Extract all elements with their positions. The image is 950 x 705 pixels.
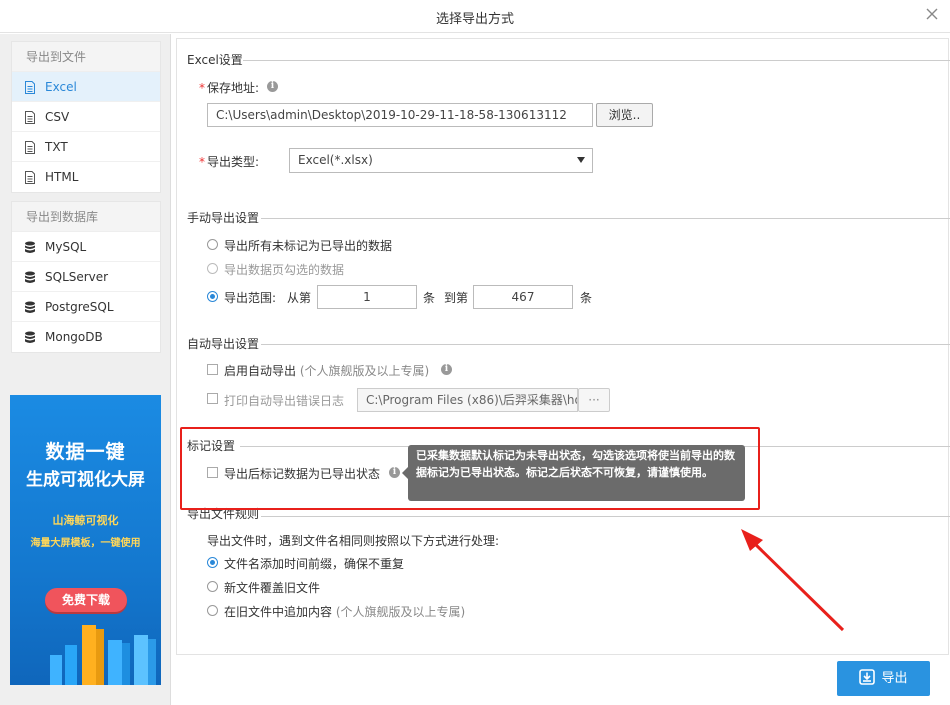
info-icon[interactable]: i: [441, 364, 452, 375]
info-icon[interactable]: i: [267, 81, 278, 92]
export-type-label: * 导出类型:: [199, 155, 260, 169]
database-icon: [25, 271, 35, 283]
arrow-annotation-icon: [741, 529, 845, 632]
range-unit-label: 条: [423, 291, 436, 305]
database-icon: [25, 301, 35, 313]
file-icon: [25, 141, 35, 154]
range-to-label: 到第: [444, 291, 469, 305]
log-errors-checkbox[interactable]: [207, 393, 218, 404]
export-type-select[interactable]: Excel(*.xlsx): [289, 148, 593, 173]
highlight-box: [180, 427, 760, 510]
radio-export-range-label: 导出范围:: [224, 291, 277, 305]
database-icon: [25, 241, 35, 253]
rules-description: 导出文件时，遇到文件名相同则按照以下方式进行处理:: [207, 534, 500, 548]
radio-overwrite-label: 新文件覆盖旧文件: [224, 581, 321, 595]
sidebar-item-mongodb[interactable]: MongoDB: [12, 322, 160, 352]
sidebar-item-label: MySQL: [45, 240, 87, 254]
sidebar-item-mysql[interactable]: MySQL: [12, 232, 160, 262]
export-to-database-group: 导出到数据库 MySQL SQLServer PostgreSQL MongoD…: [11, 201, 161, 353]
radio-add-time-prefix[interactable]: [207, 557, 218, 568]
promo-headline: 数据一键: [45, 441, 126, 463]
section-heading-manual: 手动导出设置: [187, 211, 260, 225]
range-to-input[interactable]: 467: [473, 285, 573, 309]
section-divider: [243, 60, 950, 61]
promo-brand: 山海鲸可视化: [52, 514, 119, 527]
sidebar-item-label: MongoDB: [45, 330, 103, 344]
dialog-title: 选择导出方式: [435, 12, 514, 27]
save-path-input[interactable]: C:\Users\admin\Desktop\2019-10-29-11-18-…: [207, 103, 593, 127]
export-to-file-group: 导出到文件 Excel CSV TXT HTML: [11, 41, 161, 193]
section-heading-excel: Excel设置: [187, 53, 243, 67]
range-from-label: 从第: [287, 291, 312, 305]
radio-add-time-prefix-label: 文件名添加时间前缀，确保不重复: [224, 557, 405, 571]
section-heading-auto: 自动导出设置: [187, 337, 260, 351]
promo-tagline: 海量大屏模板，一键使用: [30, 538, 141, 549]
export-button-label: 导出: [881, 671, 908, 686]
radio-export-checked[interactable]: [207, 263, 218, 274]
log-errors-label: 打印自动导出错误日志: [224, 394, 345, 408]
file-icon: [25, 111, 35, 124]
sidebar-item-csv[interactable]: CSV: [12, 102, 160, 132]
group-heading: 导出到文件: [12, 42, 160, 72]
range-from-input[interactable]: 1: [317, 285, 417, 309]
sidebar-item-label: PostgreSQL: [45, 300, 114, 314]
log-path-input[interactable]: C:\Program Files (x86)\后羿采集器\ho: [357, 388, 578, 412]
database-icon: [25, 331, 35, 343]
browse-button[interactable]: 浏览..: [596, 103, 653, 127]
radio-append[interactable]: [207, 605, 218, 616]
radio-export-unmarked[interactable]: [207, 239, 218, 250]
group-heading: 导出到数据库: [12, 202, 160, 232]
sidebar-item-label: CSV: [45, 110, 70, 124]
bar-chart-illustration: [50, 625, 156, 685]
file-icon: [25, 171, 35, 184]
section-divider: [261, 218, 950, 219]
enable-auto-export-label: 启用自动导出 (个人旗舰版及以上专属): [224, 364, 430, 378]
radio-overwrite[interactable]: [207, 581, 218, 592]
range-unit-label: 条: [580, 291, 593, 305]
radio-export-unmarked-label: 导出所有未标记为已导出的数据: [224, 239, 393, 253]
section-divider: [261, 516, 950, 517]
radio-append-label: 在旧文件中追加内容 (个人旗舰版及以上专属): [224, 605, 466, 619]
promo-banner[interactable]: 数据一键 生成可视化大屏 山海鲸可视化 海量大屏模板，一键使用 免费下载: [10, 395, 161, 685]
export-type-value: Excel(*.xlsx): [298, 153, 373, 167]
dialog-titlebar: 选择导出方式: [0, 0, 950, 33]
promo-headline-2: 生成可视化大屏: [26, 470, 145, 490]
sidebar-item-label: HTML: [45, 170, 79, 184]
close-icon[interactable]: [924, 6, 940, 22]
sidebar-item-label: SQLServer: [45, 270, 109, 284]
chevron-down-icon: [577, 157, 585, 163]
section-divider: [261, 344, 950, 345]
sidebar-item-postgresql[interactable]: PostgreSQL: [12, 292, 160, 322]
sidebar-item-sqlserver[interactable]: SQLServer: [12, 262, 160, 292]
download-icon: [859, 669, 876, 685]
sidebar-item-html[interactable]: HTML: [12, 162, 160, 192]
export-button[interactable]: 导出: [837, 661, 930, 696]
sidebar-item-excel[interactable]: Excel: [12, 72, 160, 102]
save-path-label: * 保存地址:: [199, 81, 260, 95]
enable-auto-export-checkbox[interactable]: [207, 364, 218, 375]
radio-export-range[interactable]: [207, 291, 218, 302]
sidebar-item-label: Excel: [45, 80, 77, 94]
browse-log-button[interactable]: ···: [578, 388, 610, 412]
radio-export-checked-label: 导出数据页勾选的数据: [224, 263, 345, 277]
file-icon: [25, 81, 35, 94]
sidebar-item-txt[interactable]: TXT: [12, 132, 160, 162]
sidebar-item-label: TXT: [45, 140, 68, 154]
